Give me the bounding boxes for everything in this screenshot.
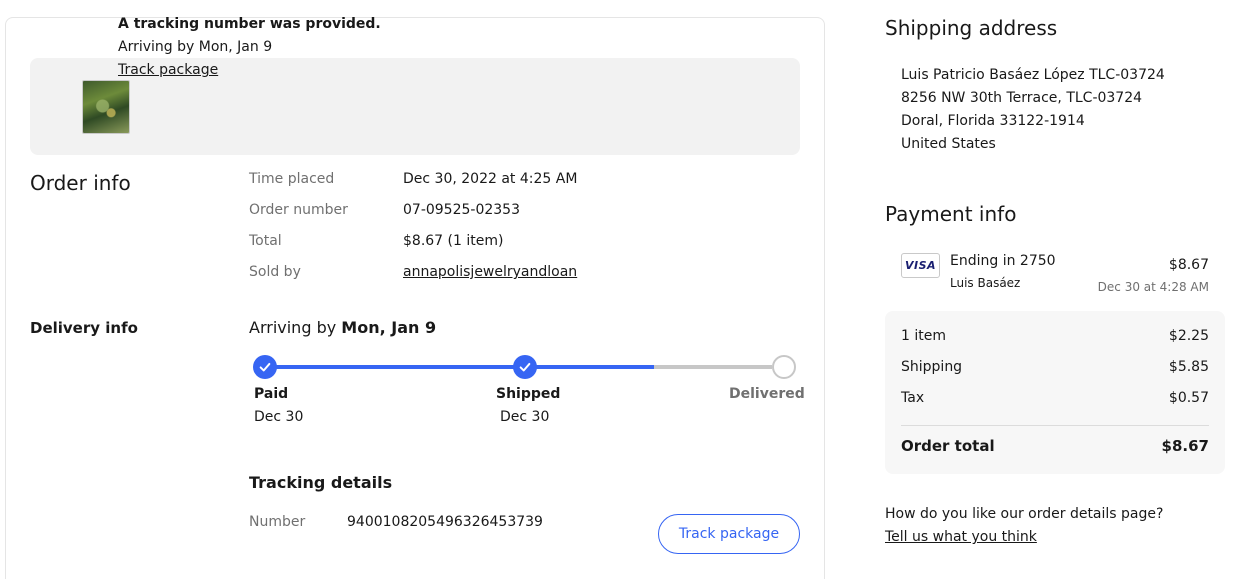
step-delivered-label: Delivered	[729, 386, 805, 402]
progress-segment-remaining	[654, 365, 772, 369]
summary-divider	[901, 425, 1209, 426]
notice-track-link[interactable]: Track package	[118, 62, 218, 78]
cardholder-name: Luis Basáez	[950, 276, 1021, 290]
summary-tax-label: Tax	[901, 390, 925, 406]
tracking-details-title: Tracking details	[249, 473, 393, 492]
feedback-link[interactable]: Tell us what you think	[885, 529, 1037, 545]
notice-title: A tracking number was provided.	[118, 16, 381, 32]
summary-shipping-label: Shipping	[901, 359, 963, 375]
feedback-question: How do you like our order details page?	[885, 506, 1164, 522]
payment-amount: $8.67	[1168, 257, 1209, 273]
step-paid-date: Dec 30	[254, 409, 304, 425]
step-shipped-date: Dec 30	[500, 409, 550, 425]
step-shipped-label: Shipped	[496, 386, 561, 402]
step-delivered-circle-icon	[772, 355, 796, 379]
order-info-title: Order info	[30, 171, 131, 195]
address-line-city: Doral, Florida 33122-1914	[901, 113, 1085, 129]
order-number-label: Order number	[249, 202, 348, 218]
step-paid-label: Paid	[254, 386, 289, 402]
payment-info-title: Payment info	[885, 202, 1017, 226]
visa-card-icon: VISA	[901, 253, 940, 278]
time-placed-label: Time placed	[249, 171, 335, 187]
track-package-button[interactable]: Track package	[658, 514, 800, 554]
step-shipped-check-icon	[513, 355, 537, 379]
order-total-value: $8.67	[1161, 437, 1209, 455]
sold-by-label: Sold by	[249, 264, 301, 280]
card-ending: Ending in 2750	[950, 253, 1056, 269]
order-total-label: Order total	[901, 437, 995, 455]
notice-eta: Arriving by Mon, Jan 9	[118, 39, 273, 55]
address-line-country: United States	[901, 136, 996, 152]
summary-shipping-value: $5.85	[1168, 359, 1209, 375]
total-label: Total	[249, 233, 282, 249]
progress-segment-paid-shipped	[276, 365, 514, 369]
arriving-date: Mon, Jan 9	[341, 318, 437, 337]
time-placed-value: Dec 30, 2022 at 4:25 AM	[403, 171, 578, 187]
step-paid-check-icon	[253, 355, 277, 379]
delivery-info-title: Delivery info	[30, 319, 138, 337]
seller-link[interactable]: annapolisjewelryandloan	[403, 264, 577, 280]
arriving-by: Arriving by Mon, Jan 9	[249, 318, 436, 337]
payment-date: Dec 30 at 4:28 AM	[1097, 280, 1209, 294]
item-thumbnail[interactable]	[82, 80, 130, 134]
address-line-name: Luis Patricio Basáez López TLC-03724	[901, 67, 1165, 83]
tracking-number-value: 9400108205496326453739	[347, 514, 543, 530]
order-number-value: 07-09525-02353	[403, 202, 520, 218]
shipping-address-title: Shipping address	[885, 16, 1058, 40]
summary-items-value: $2.25	[1168, 328, 1209, 344]
progress-segment-shipped-fill	[536, 365, 654, 369]
tracking-number-label: Number	[249, 514, 306, 530]
total-value: $8.67 (1 item)	[403, 233, 504, 249]
address-line-street: 8256 NW 30th Terrace, TLC-03724	[901, 90, 1143, 106]
summary-items-label: 1 item	[901, 328, 946, 344]
summary-tax-value: $0.57	[1168, 390, 1209, 406]
arriving-prefix: Arriving by	[249, 318, 337, 337]
